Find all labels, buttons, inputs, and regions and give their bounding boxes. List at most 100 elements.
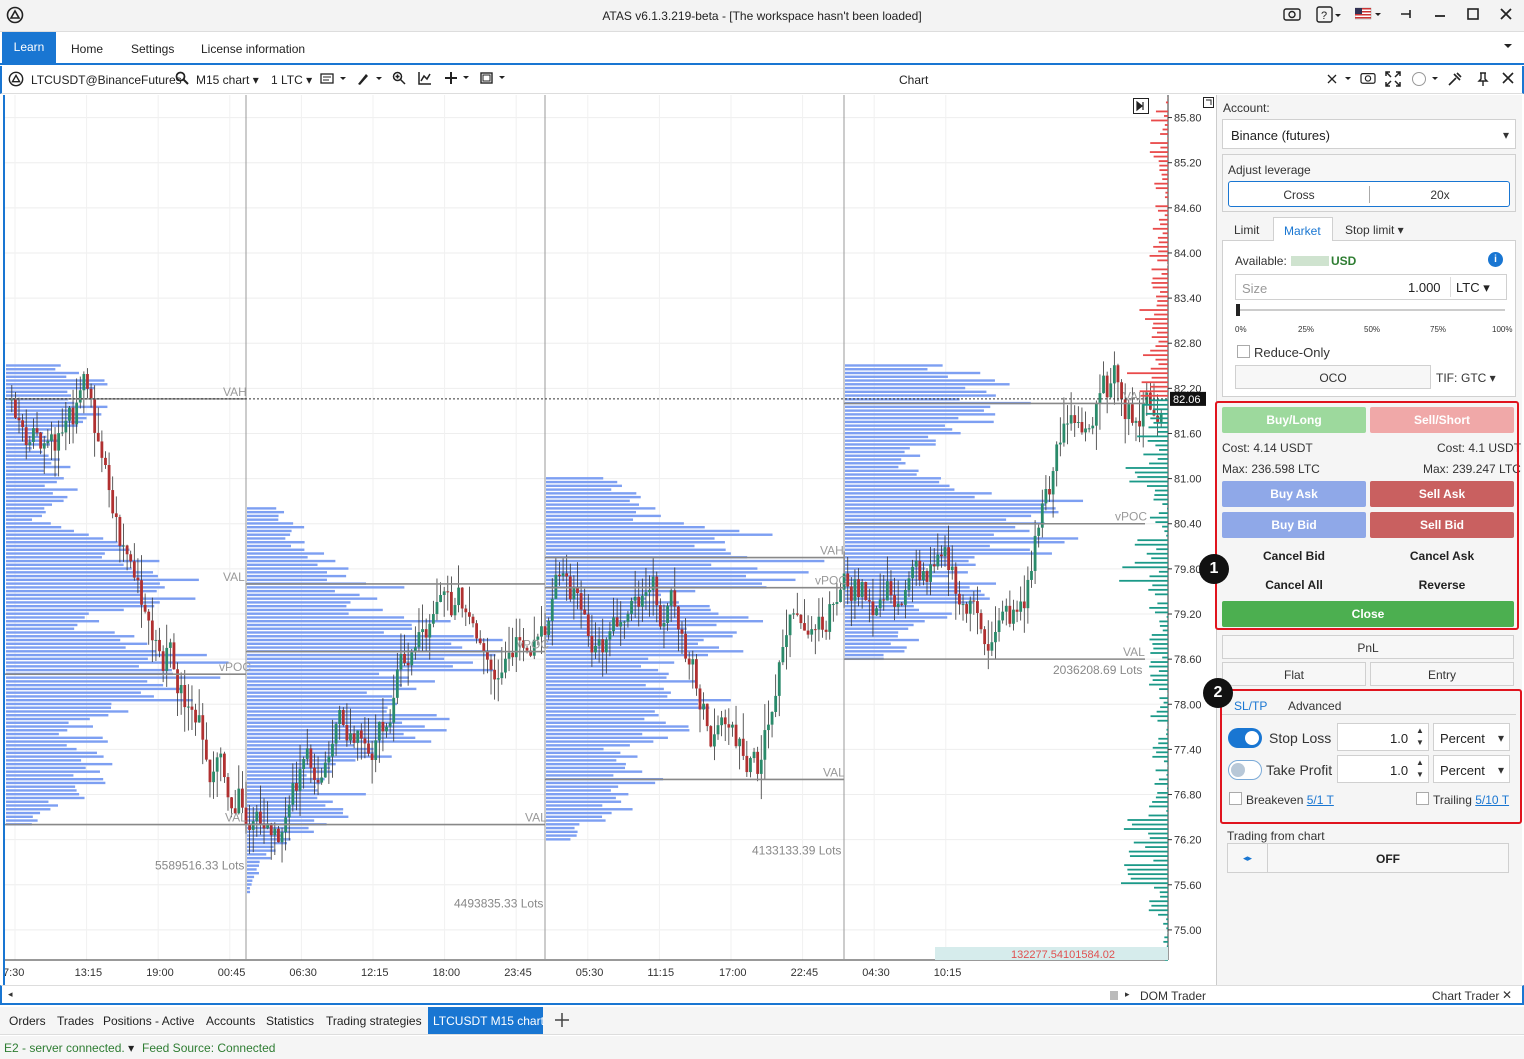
search-icon[interactable] [175,71,189,88]
crosshair-icon[interactable] [1325,72,1357,89]
tab-statistics[interactable]: Statistics [266,1014,314,1028]
tools-icon[interactable] [1447,71,1463,90]
info-icon[interactable]: i [1488,252,1503,267]
size-input[interactable]: Size 1.000 LTC ▾ [1235,274,1507,300]
size-unit-select[interactable]: LTC ▾ [1456,280,1490,296]
menu-settings[interactable]: Settings [131,42,174,56]
add-object-icon[interactable] [444,71,474,88]
dom-bid-bar [1157,458,1168,460]
layout-icon[interactable] [480,71,510,88]
size-slider-handle[interactable] [1236,304,1240,316]
candle-body [291,783,295,805]
candle-body [911,566,914,579]
candle-body [777,662,781,696]
volume-profile-bar-2 [546,706,710,709]
dom-bid-bar [1152,643,1168,645]
current-price-label: 82.06 [1173,394,1201,406]
add-tab-icon[interactable] [553,1011,571,1032]
chart-canvas[interactable]: 85.8085.2084.6084.0083.4082.8082.2081.60… [3,95,1217,985]
pin-icon[interactable] [1398,6,1414,26]
dom-bid-bar [1127,868,1168,871]
dom-bid-bar [1149,399,1168,402]
tab-positions[interactable]: Positions - Active [103,1014,194,1028]
dom-ask-bar [1165,101,1168,104]
volume-profile-bar-0 [6,774,74,777]
close-chart-trader-icon[interactable]: ✕ [1502,988,1512,1002]
pin-chart-icon[interactable] [1476,71,1490,90]
volume-profile-bar-1 [247,514,279,518]
scroll-to-end-icon[interactable] [1133,98,1149,114]
candle-body [136,577,140,581]
volume-selector[interactable]: 1 LTC ▾ [271,73,312,87]
tab-trades[interactable]: Trades [57,1014,94,1028]
candle-body [1116,365,1120,383]
tab-limit[interactable]: Limit [1234,223,1259,237]
tif-select[interactable]: GTC ▾ [1461,371,1496,385]
dom-bid-bar [1158,913,1168,916]
volume-profile-bar-1 [247,699,394,702]
close-window-icon[interactable] [1499,6,1513,26]
flat-button[interactable]: Flat [1222,662,1366,686]
candle-body [929,564,932,582]
chart-trader-tab[interactable]: Chart Trader [1432,989,1499,1003]
candle-body [486,651,489,660]
flag-us-icon[interactable] [1354,6,1383,26]
entry-button[interactable]: Entry [1370,662,1514,686]
oco-button[interactable]: OCO [1235,365,1431,389]
volume-profile-bar-0 [6,785,76,788]
candle-body [197,715,201,723]
fullscreen-icon[interactable] [1385,71,1401,90]
margin-mode-button[interactable]: Cross [1229,188,1369,202]
tab-trading-strategies[interactable]: Trading strategies [326,1014,422,1028]
volume-profile-bar-0 [6,729,68,732]
leverage-button[interactable]: 20x [1370,188,1510,202]
dom-trader-tab[interactable]: DOM Trader [1140,989,1206,1003]
screenshot-icon[interactable] [1360,71,1376,88]
candle-body [493,669,497,680]
price-tick-label-16: 76.20 [1174,835,1202,847]
menu-home[interactable]: Home [71,42,103,56]
volume-profile-bar-2 [546,762,626,766]
camera-icon[interactable] [1283,6,1301,26]
chart-settings-corner-icon[interactable] [1203,97,1214,111]
size-slider-track[interactable] [1237,309,1505,311]
maximize-icon[interactable] [1466,6,1480,26]
close-chart-icon[interactable] [1502,72,1514,87]
indicator-icon[interactable] [418,71,432,88]
scroll-left-icon[interactable]: ◂ [8,989,13,1000]
candle-body [478,638,482,644]
tab-accounts[interactable]: Accounts [206,1014,255,1028]
menu-learn[interactable]: Learn [2,32,56,63]
template-icon[interactable] [320,72,350,89]
instrument-selector[interactable]: LTCUSDT@BinanceFutures [31,73,182,87]
candle-body [1033,535,1037,571]
expand-right-icon[interactable]: ▸ [1125,989,1130,1000]
timeframe-selector[interactable]: M15 chart ▾ [196,73,259,87]
draw-tool-icon[interactable] [356,72,386,89]
tab-market[interactable]: Market [1273,217,1333,242]
candle-body [511,652,515,658]
price-chart[interactable]: 85.80 85.20 84.60 84.00 83.40 82.80 82.20 81.60… [3,95,1215,985]
menu-expand-icon[interactable] [1502,40,1514,55]
volume-profile-bar-3 [845,469,919,472]
dom-bid-bar [1166,507,1168,510]
panel-split-icon[interactable] [1110,991,1118,1000]
volume-profile-bar-0 [6,537,104,540]
reduce-only-checkbox[interactable] [1237,345,1250,358]
minimize-icon[interactable] [1433,6,1447,26]
tab-orders[interactable]: Orders [9,1014,46,1028]
color-circle-icon[interactable] [1411,71,1443,90]
trading-from-chart-toggle[interactable]: ◂▸ OFF [1227,843,1509,873]
candle-body [795,613,799,615]
help-icon[interactable]: ? [1316,6,1342,28]
account-select[interactable]: Binance (futures) ▾ [1222,119,1516,149]
menu-license[interactable]: License information [201,42,305,56]
dom-bid-bar [1162,525,1168,528]
zoom-icon[interactable] [392,71,406,88]
candle-body [979,613,983,630]
dom-ask-bar [1150,142,1168,144]
tab-chart-active[interactable]: LTCUSDT M15 chart [428,1007,544,1034]
arrows-icon: ◂▸ [1228,844,1268,872]
volume-profile-bar-1 [247,740,432,743]
tab-stop-limit[interactable]: Stop limit ▾ [1345,223,1404,237]
